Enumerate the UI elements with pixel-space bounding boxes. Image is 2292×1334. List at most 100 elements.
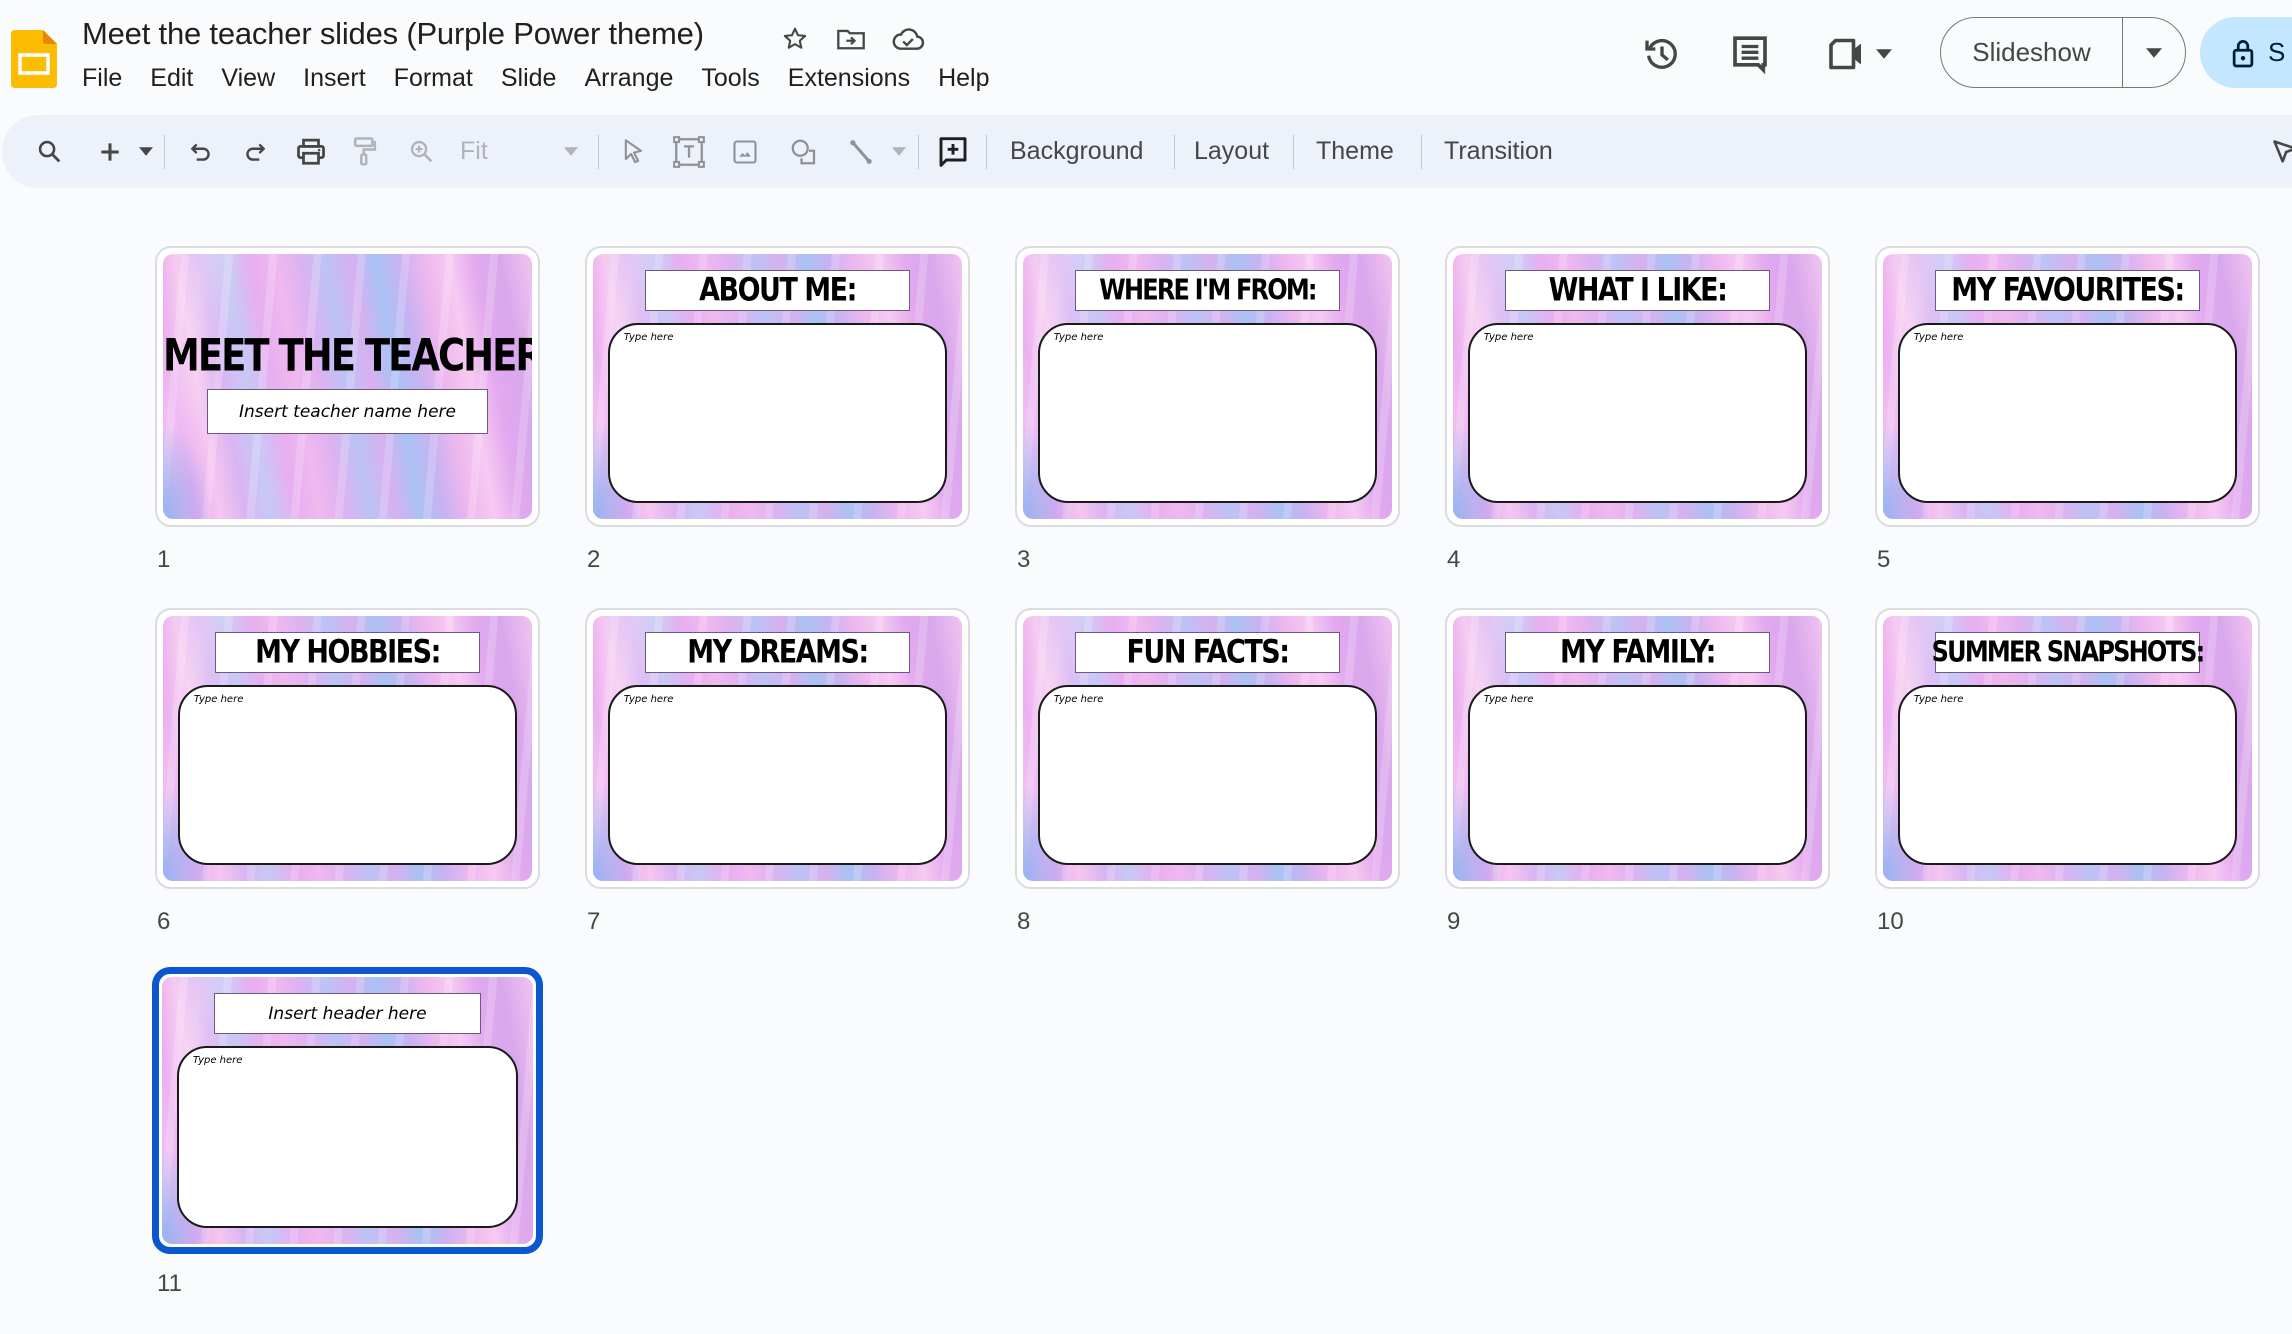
slide-body-box: Type here xyxy=(1897,322,2238,504)
plus-icon xyxy=(101,142,119,161)
add-comment-button[interactable] xyxy=(931,115,975,188)
slide-body-box: Type here xyxy=(176,1046,519,1228)
share-button[interactable]: S xyxy=(2200,17,2292,88)
paint-roller-icon xyxy=(353,136,377,166)
undo-button[interactable] xyxy=(180,115,222,188)
insert-image-button[interactable] xyxy=(725,115,765,188)
slideshow-button[interactable]: Slideshow xyxy=(1941,18,2123,87)
slide-title: MY DREAMS: xyxy=(687,633,869,672)
pen-tool-button[interactable] xyxy=(2270,115,2292,188)
slide-body-text: Type here xyxy=(1053,693,1104,705)
slide-thumbnail[interactable]: MY HOBBIES: Type here xyxy=(155,608,540,889)
slide-thumbnail[interactable]: SUMMER SNAPSHOTS: Type here xyxy=(1875,608,2260,889)
zoom-in-icon xyxy=(410,140,433,162)
slide-header-box: MY HOBBIES: xyxy=(214,631,481,673)
slide-number: 11 xyxy=(157,1270,182,1297)
document-title[interactable]: Meet the teacher slides (Purple Power th… xyxy=(82,16,704,52)
meet-dropdown-icon xyxy=(1876,49,1892,59)
layout-button[interactable]: Layout xyxy=(1194,115,1269,188)
line-button[interactable] xyxy=(841,115,881,188)
slide-canvas: WHERE I'M FROM: Type here xyxy=(1023,254,1392,519)
menu-tools[interactable]: Tools xyxy=(701,64,773,93)
cloud-saved-icon[interactable] xyxy=(891,22,925,56)
slide-header-box: MY FAMILY: xyxy=(1504,631,1771,673)
menu-bar: File Edit View Insert Format Slide Arran… xyxy=(82,64,1018,93)
redo-icon xyxy=(246,143,266,161)
slide-body-box: Type here xyxy=(177,684,518,866)
slide-canvas: MY HOBBIES: Type here xyxy=(163,616,532,881)
move-to-folder-icon[interactable] xyxy=(834,22,868,56)
zoom-button[interactable] xyxy=(402,115,442,188)
slide-canvas: Insert header here Type here xyxy=(162,977,533,1244)
menu-extensions[interactable]: Extensions xyxy=(788,64,924,93)
slide-header-box: FUN FACTS: xyxy=(1074,631,1341,673)
slide-number: 4 xyxy=(1447,546,1461,573)
slide-subtitle-box: Insert teacher name here xyxy=(207,389,488,435)
meet-button[interactable] xyxy=(1825,32,1895,76)
slide-thumbnail[interactable]: WHAT I LIKE: Type here xyxy=(1445,246,1830,527)
print-button[interactable] xyxy=(289,115,333,188)
slide-thumbnail[interactable]: MY FAMILY: Type here xyxy=(1445,608,1830,889)
slides-logo-icon xyxy=(11,30,57,88)
text-box-icon xyxy=(673,135,705,168)
slide-canvas: MY DREAMS: Type here xyxy=(593,616,962,881)
menu-edit[interactable]: Edit xyxy=(150,64,207,93)
new-slide-button[interactable] xyxy=(90,115,130,188)
paint-format-button[interactable] xyxy=(345,115,385,188)
slide-body-box: Type here xyxy=(1467,322,1808,504)
slide-thumbnail[interactable]: WHERE I'M FROM: Type here xyxy=(1015,246,1400,527)
transition-button[interactable]: Transition xyxy=(1444,115,1553,188)
zoom-select[interactable]: Fit xyxy=(460,115,570,188)
slide-body-box: Type here xyxy=(607,684,948,866)
slide-number: 6 xyxy=(157,908,171,935)
slideshow-button-group: Slideshow xyxy=(1940,17,2186,88)
search-menus-button[interactable] xyxy=(28,115,72,188)
slide-number: 1 xyxy=(157,546,171,573)
text-box-button[interactable] xyxy=(668,115,710,188)
slide-thumbnail[interactable]: MEET THE TEACHER Insert teacher name here xyxy=(155,246,540,527)
cursor-arrow-icon xyxy=(624,138,643,163)
slide-number: 5 xyxy=(1877,546,1891,573)
video-camera-icon xyxy=(1829,38,1861,70)
slide-title: Insert header here xyxy=(268,1003,427,1024)
add-comment-icon xyxy=(939,136,967,167)
slide-title: WHERE I'M FROM: xyxy=(1099,273,1317,308)
star-icon[interactable] xyxy=(778,22,812,56)
slide-header-box: SUMMER SNAPSHOTS: xyxy=(1932,631,2205,673)
slide-thumbnail[interactable]: MY DREAMS: Type here xyxy=(585,608,970,889)
slide-body-text: Type here xyxy=(1483,693,1534,705)
menu-view[interactable]: View xyxy=(221,64,289,93)
shape-button[interactable] xyxy=(783,115,825,188)
slide-thumbnail[interactable]: Insert header here Type here xyxy=(152,967,543,1254)
slide-title: MY FAVOURITES: xyxy=(1951,271,2185,310)
menu-help[interactable]: Help xyxy=(938,64,1003,93)
comments-icon[interactable] xyxy=(1728,32,1772,76)
menu-format[interactable]: Format xyxy=(394,64,487,93)
slide-thumbnail[interactable]: MY FAVOURITES: Type here xyxy=(1875,246,2260,527)
redo-button[interactable] xyxy=(234,115,276,188)
slide-body-box: Type here xyxy=(1037,684,1378,866)
slide-thumbnail[interactable]: FUN FACTS: Type here xyxy=(1015,608,1400,889)
new-slide-layout-dropdown[interactable] xyxy=(133,115,159,188)
slide-number: 2 xyxy=(587,546,601,573)
slide-title: MEET THE TEACHER xyxy=(163,329,532,381)
zoom-dropdown[interactable] xyxy=(558,115,584,188)
slide-body-text: Type here xyxy=(623,331,674,343)
menu-slide[interactable]: Slide xyxy=(501,64,571,93)
slide-title: FUN FACTS: xyxy=(1126,633,1290,672)
select-tool-button[interactable] xyxy=(614,115,654,188)
menu-arrange[interactable]: Arrange xyxy=(584,64,687,93)
theme-button[interactable]: Theme xyxy=(1316,115,1394,188)
slide-thumbnail[interactable]: ABOUT ME: Type here xyxy=(585,246,970,527)
background-button[interactable]: Background xyxy=(1010,115,1143,188)
slide-header-box: WHERE I'M FROM: xyxy=(1074,269,1341,311)
search-icon xyxy=(38,140,61,162)
slide-title: WHAT I LIKE: xyxy=(1548,271,1728,310)
menu-file[interactable]: File xyxy=(82,64,136,93)
menu-insert[interactable]: Insert xyxy=(303,64,380,93)
line-icon xyxy=(850,139,872,164)
slides-logo[interactable] xyxy=(11,30,57,88)
line-dropdown[interactable] xyxy=(886,115,912,188)
history-icon[interactable] xyxy=(1640,32,1684,76)
slideshow-dropdown[interactable] xyxy=(2123,18,2185,87)
